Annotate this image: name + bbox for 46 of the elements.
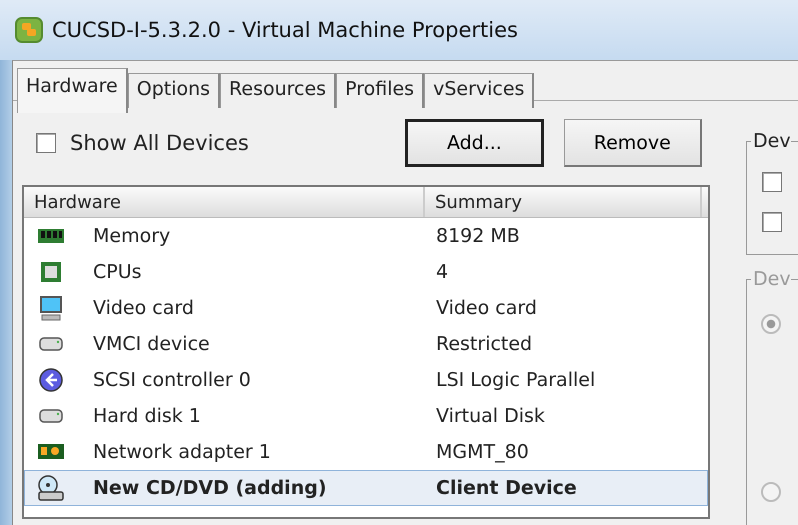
table-cell: Client Device <box>436 477 577 499</box>
table-row[interactable]: Video card Video card <box>24 290 708 326</box>
checkbox[interactable] <box>762 172 782 192</box>
table-cell: Video card <box>93 297 194 319</box>
tab[interactable]: Profiles <box>336 73 424 108</box>
app-logo-icon <box>14 16 44 44</box>
table-cell: Memory <box>93 225 170 247</box>
table-cell: Virtual Disk <box>436 405 545 427</box>
table-cell: Hard disk 1 <box>93 405 201 427</box>
column-header[interactable]: Summary <box>425 187 702 217</box>
monitor-icon <box>37 295 65 321</box>
cd-drive-icon <box>37 475 65 501</box>
table-cell: 4 <box>436 261 448 283</box>
tab[interactable]: Options <box>128 73 220 108</box>
tab[interactable]: vServices <box>424 73 534 108</box>
checkbox[interactable] <box>762 212 782 232</box>
table-cell: VMCI device <box>93 333 210 355</box>
memory-module-icon <box>37 227 65 245</box>
column-header[interactable]: Hardware <box>24 187 425 217</box>
table-cell: Network adapter 1 <box>93 441 271 463</box>
checkbox-label: Show All Devices <box>70 131 249 155</box>
table-row[interactable]: CPUs 4 <box>24 254 708 290</box>
controller-icon <box>37 368 65 392</box>
table-row[interactable]: SCSI controller 0 LSI Logic Parallel <box>24 362 708 398</box>
table-row[interactable]: New CD/DVD (adding) Client Device <box>24 470 708 506</box>
window-title: CUCSD-I-5.3.2.0 - Virtual Machine Properties <box>52 18 518 42</box>
table-cell: MGMT_80 <box>436 441 529 463</box>
table-row[interactable]: Memory 8192 MB <box>24 218 708 254</box>
table-row[interactable]: VMCI device Restricted <box>24 326 708 362</box>
table-cell: LSI Logic Parallel <box>436 369 596 391</box>
checkbox[interactable] <box>36 133 56 153</box>
dialog-button[interactable]: Remove <box>564 119 702 167</box>
drive-icon <box>37 337 65 351</box>
table-cell: 8192 MB <box>436 225 520 247</box>
table-cell: Restricted <box>436 333 532 355</box>
tab[interactable]: Hardware <box>17 68 128 113</box>
table-cell: New CD/DVD (adding) <box>93 477 327 499</box>
table-row[interactable]: Network adapter 1 MGMT_80 <box>24 434 708 470</box>
network-card-icon <box>37 442 65 462</box>
table-cell: CPUs <box>93 261 142 283</box>
drive-icon <box>37 409 65 423</box>
dialog-button[interactable]: Add... <box>405 119 544 167</box>
tab[interactable]: Resources <box>220 73 336 108</box>
table-row[interactable]: Hard disk 1 Virtual Disk <box>24 398 708 434</box>
table-cell: SCSI controller 0 <box>93 369 251 391</box>
table-cell: Video card <box>436 297 537 319</box>
